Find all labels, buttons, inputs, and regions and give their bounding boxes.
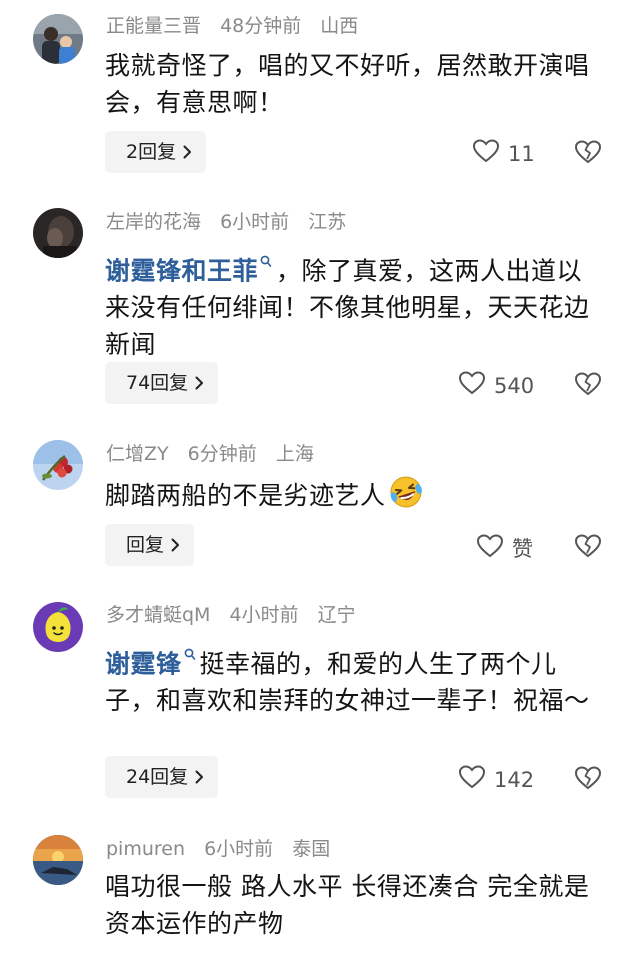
- reply-label: 2回复: [126, 141, 177, 163]
- location: 上海: [275, 443, 314, 465]
- laughing-crying-emoji-icon: [388, 475, 424, 519]
- username[interactable]: 正能量三晋: [106, 15, 201, 37]
- heart-icon: [458, 765, 486, 794]
- reply-label: 74回复: [126, 372, 189, 394]
- reply-label: 回复: [126, 534, 165, 556]
- avatar[interactable]: [33, 602, 83, 652]
- location: 山西: [320, 15, 359, 37]
- heart-icon: [458, 371, 486, 400]
- timestamp: 4小时前: [229, 604, 299, 626]
- broken-heart-icon: [574, 372, 602, 400]
- username[interactable]: 左岸的花海: [106, 211, 201, 233]
- avatar[interactable]: [33, 835, 83, 885]
- chevron-right-icon: [195, 770, 204, 784]
- location: 辽宁: [317, 604, 356, 626]
- avatar[interactable]: [33, 14, 83, 64]
- comment-body: 我就奇怪了，唱的又不好听，居然敢开演唱会，有意思啊！: [105, 51, 590, 117]
- like-button[interactable]: 11: [472, 139, 535, 168]
- dislike-button[interactable]: [574, 534, 602, 562]
- reply-button[interactable]: 回复: [105, 524, 195, 566]
- like-button[interactable]: 赞: [476, 533, 533, 563]
- comment-body: 脚踏两船的不是劣迹艺人: [105, 481, 386, 510]
- comment-meta: 多才蜻蜓qM 4小时前 辽宁: [106, 603, 356, 627]
- like-button[interactable]: 540: [458, 371, 535, 400]
- chevron-right-icon: [195, 376, 204, 390]
- heart-icon: [472, 139, 500, 168]
- timestamp: 48分钟前: [220, 15, 302, 37]
- reply-label: 24回复: [126, 766, 189, 788]
- dislike-button[interactable]: [574, 766, 602, 794]
- location: 泰国: [292, 838, 331, 860]
- broken-heart-icon: [574, 140, 602, 168]
- like-count: 11: [508, 141, 535, 166]
- avatar[interactable]: [33, 440, 83, 490]
- username[interactable]: pimuren: [106, 838, 185, 860]
- dislike-button[interactable]: [574, 372, 602, 400]
- heart-icon: [476, 533, 504, 563]
- comment-body: 唱功很一般 路人水平 长得还凑合 完全就是资本运作的产物: [105, 872, 590, 938]
- chevron-right-icon: [183, 145, 192, 159]
- like-count: 142: [494, 767, 535, 792]
- comment-meta: pimuren 6小时前 泰国: [106, 837, 330, 861]
- timestamp: 6分钟前: [187, 443, 257, 465]
- comment-text: 脚踏两船的不是劣迹艺人: [105, 475, 605, 519]
- search-mention-icon: [260, 243, 272, 280]
- dislike-button[interactable]: [574, 140, 602, 168]
- reply-button[interactable]: 2回复: [105, 131, 207, 173]
- reply-button[interactable]: 74回复: [105, 362, 219, 404]
- mention-link[interactable]: 谢霆锋: [105, 649, 182, 678]
- comment-meta: 仁增ZY 6分钟前 上海: [106, 442, 314, 466]
- like-count: 赞: [512, 537, 533, 561]
- timestamp: 6小时前: [204, 838, 274, 860]
- username[interactable]: 多才蜻蜓qM: [106, 604, 210, 626]
- like-count: 540: [494, 373, 535, 398]
- comment-text: 谢霆锋 挺幸福的，和爱的人生了两个儿子，和喜欢和崇拜的女神过一辈子！祝福～: [105, 636, 605, 719]
- comment-meta: 左岸的花海 6小时前 江苏: [106, 210, 346, 234]
- comment-meta: 正能量三晋 48分钟前 山西: [106, 14, 358, 38]
- reply-button[interactable]: 24回复: [105, 756, 219, 798]
- like-button[interactable]: 142: [458, 765, 535, 794]
- broken-heart-icon: [574, 766, 602, 794]
- chevron-right-icon: [171, 538, 180, 552]
- mention-link[interactable]: 谢霆锋和王菲: [105, 256, 258, 285]
- timestamp: 6小时前: [220, 211, 290, 233]
- search-mention-icon: [184, 636, 196, 673]
- location: 江苏: [308, 211, 347, 233]
- comment-text: 我就奇怪了，唱的又不好听，居然敢开演唱会，有意思啊！: [105, 47, 605, 121]
- username[interactable]: 仁增ZY: [106, 443, 169, 465]
- broken-heart-icon: [574, 534, 602, 562]
- comment-text: 唱功很一般 路人水平 长得还凑合 完全就是资本运作的产物: [105, 868, 605, 942]
- avatar[interactable]: [33, 208, 83, 258]
- comment-text: 谢霆锋和王菲 ，除了真爱，这两人出道以来没有任何绯闻！不像其他明星，天天花边新闻: [105, 243, 605, 363]
